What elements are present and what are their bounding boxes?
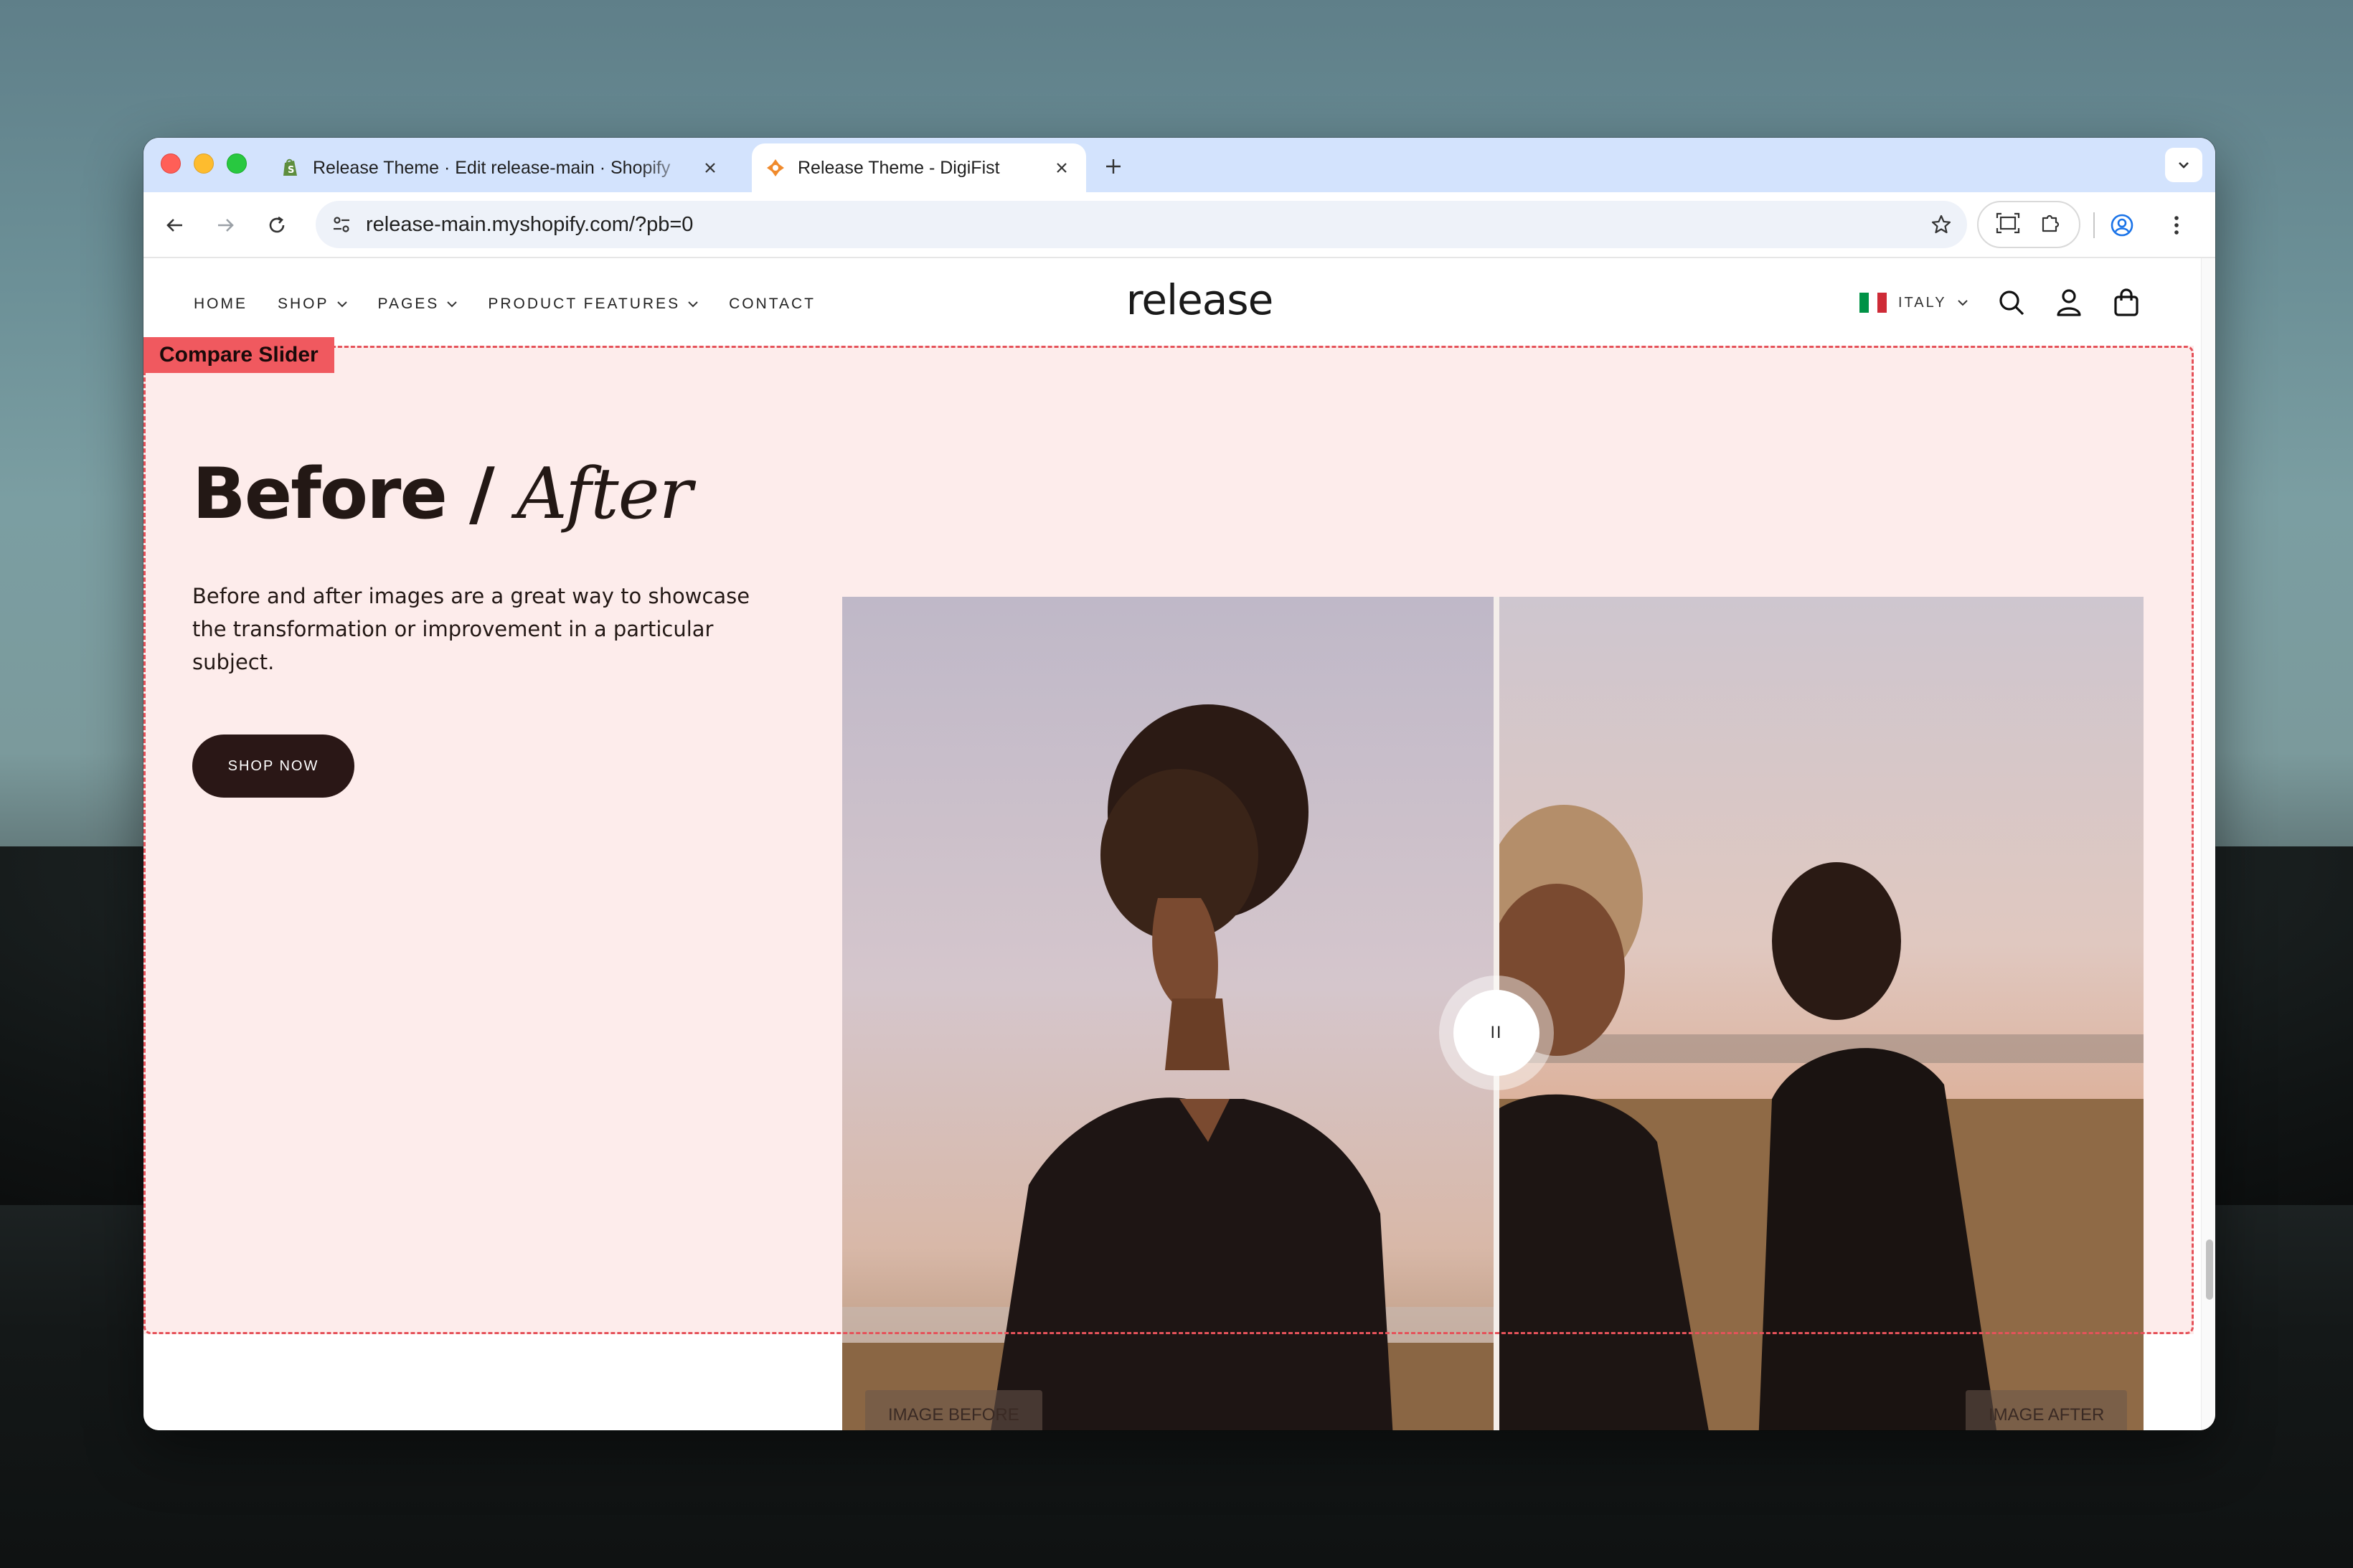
toolbar-divider [2093, 212, 2095, 238]
screenshot-icon[interactable] [1995, 212, 2021, 237]
profile-icon[interactable] [2105, 208, 2139, 242]
site-settings-icon[interactable] [320, 201, 363, 248]
browser-window: S Release Theme · Edit release-main · Sh… [143, 138, 2215, 1430]
forward-arrow-icon[interactable] [208, 208, 242, 242]
tab-release-theme[interactable]: Release Theme - DigiFist [752, 143, 1086, 192]
chevron-down-icon [336, 301, 347, 308]
country-label: ITALY [1898, 294, 1947, 311]
close-tab-icon[interactable] [1047, 154, 1076, 182]
nav-label: HOME [194, 296, 247, 312]
url-text: release-main.myshopify.com/?pb=0 [366, 212, 694, 236]
site-header: HOME SHOP PAGES PRODUCT FEATURES CONTACT… [143, 258, 2201, 346]
heading-after: After [516, 453, 693, 535]
shop-now-button[interactable]: SHOP NOW [192, 735, 354, 798]
shopify-icon: S [280, 157, 301, 179]
tab-shopify-editor[interactable]: S Release Theme · Edit release-main · Sh… [270, 143, 735, 192]
image-before [842, 597, 1494, 1430]
scrollbar-thumb[interactable] [2206, 1239, 2213, 1300]
site-logo[interactable]: release [1092, 275, 1307, 324]
browser-menu-icon[interactable] [2159, 208, 2194, 242]
nav-item-pages[interactable]: PAGES [378, 296, 458, 313]
nav-label: PAGES [377, 296, 440, 312]
chevron-down-icon [447, 301, 458, 308]
browser-toolbar: release-main.myshopify.com/?pb=0 [143, 192, 2215, 258]
cart-bag-icon[interactable] [2109, 285, 2144, 320]
new-tab-icon[interactable] [1098, 151, 1129, 182]
tab-search-chevron-icon[interactable] [2165, 148, 2202, 182]
image-after [1499, 597, 2144, 1430]
heading-before: Before / [192, 453, 495, 535]
italy-flag-icon [1859, 293, 1887, 313]
nav-label: SHOP [278, 296, 329, 312]
country-selector[interactable]: ITALY [1859, 293, 1968, 313]
nav-item-product-features[interactable]: PRODUCT FEATURES [488, 296, 699, 313]
close-tab-icon[interactable] [696, 154, 725, 182]
minimize-window-button[interactable] [194, 154, 214, 174]
nav-item-home[interactable]: HOME [194, 296, 247, 313]
bookmark-star-icon[interactable] [1921, 204, 1961, 245]
close-window-button[interactable] [161, 154, 181, 174]
tab-strip: S Release Theme · Edit release-main · Sh… [143, 138, 2215, 192]
nav-item-shop[interactable]: SHOP [278, 296, 348, 313]
tab-title: Release Theme · Edit release-main · Shop… [313, 157, 671, 178]
web-page: HOME SHOP PAGES PRODUCT FEATURES CONTACT… [143, 258, 2201, 1430]
section-description: Before and after images are a great way … [192, 584, 750, 674]
maximize-window-button[interactable] [227, 154, 247, 174]
main-nav: HOME SHOP PAGES PRODUCT FEATURES CONTACT [194, 296, 846, 313]
svg-text:S: S [288, 165, 294, 176]
image-after-label: IMAGE AFTER [1966, 1390, 2128, 1430]
chevron-down-icon [688, 301, 698, 308]
tab-title: Release Theme - DigiFist [798, 157, 1000, 178]
back-arrow-icon[interactable] [158, 208, 192, 242]
slider-handle[interactable]: II [1453, 990, 1539, 1076]
chevron-down-icon [1957, 300, 1968, 306]
nav-label: CONTACT [729, 296, 816, 312]
image-before-label: IMAGE BEFORE [865, 1390, 1042, 1430]
section-heading: Before / After [192, 453, 693, 535]
account-icon[interactable] [2052, 285, 2086, 320]
digifist-icon [765, 157, 786, 179]
search-icon[interactable] [1994, 285, 2029, 320]
extensions-group [1977, 201, 2080, 248]
extensions-puzzle-icon[interactable] [2039, 211, 2063, 238]
address-bar[interactable]: release-main.myshopify.com/?pb=0 [316, 201, 1967, 248]
nav-item-contact[interactable]: CONTACT [729, 296, 816, 313]
page-scrollbar[interactable] [2201, 258, 2215, 1430]
nav-label: PRODUCT FEATURES [488, 296, 681, 312]
reload-icon[interactable] [260, 208, 294, 242]
section-badge: Compare Slider [143, 337, 334, 373]
